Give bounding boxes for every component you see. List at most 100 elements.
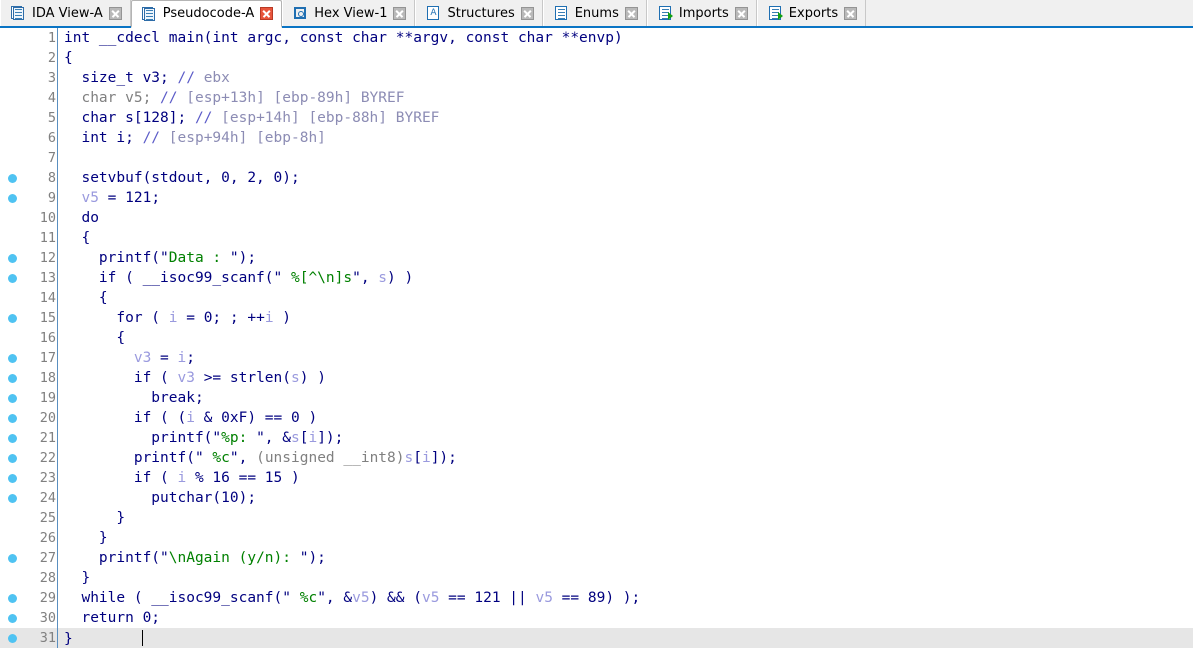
code-text[interactable]: printf("Data : "); [62,250,1193,266]
line-gutter[interactable] [0,368,34,388]
code-text[interactable]: char s[128]; // [esp+14h] [ebp-88h] BYRE… [62,110,1193,126]
code-line[interactable]: 5 char s[128]; // [esp+14h] [ebp-88h] BY… [0,108,1193,128]
code-text[interactable]: char v5; // [esp+13h] [ebp-89h] BYREF [62,90,1193,106]
close-icon[interactable] [734,6,748,20]
breakpoint-dot-icon[interactable] [8,474,17,483]
code-text[interactable]: { [62,50,1193,66]
code-line[interactable]: 8 setvbuf(stdout, 0, 2, 0); [0,168,1193,188]
code-line[interactable]: 4 char v5; // [esp+13h] [ebp-89h] BYREF [0,88,1193,108]
line-gutter[interactable] [0,388,34,408]
breakpoint-dot-icon[interactable] [8,194,17,203]
code-text[interactable]: } [62,570,1193,586]
code-text[interactable]: printf("%p: ", &s[i]); [62,430,1193,446]
line-gutter[interactable] [0,288,34,308]
code-text[interactable]: int i; // [esp+94h] [ebp-8h] [62,130,1193,146]
code-line[interactable]: 17 v3 = i; [0,348,1193,368]
code-text[interactable]: if ( i % 16 == 15 ) [62,470,1193,486]
code-line[interactable]: 1 int __cdecl main(int argc, const char *… [0,28,1193,48]
code-text[interactable]: } [62,530,1193,546]
line-gutter[interactable] [0,468,34,488]
breakpoint-dot-icon[interactable] [8,634,17,643]
tab-enums[interactable]: Enums [542,0,647,26]
tab-pseudocode-a[interactable]: Pseudocode-A [130,0,283,28]
line-gutter[interactable] [0,188,34,208]
code-text[interactable]: } [62,629,1193,647]
code-line[interactable]: 6 int i; // [esp+94h] [ebp-8h] [0,128,1193,148]
code-text[interactable]: if ( (i & 0xF) == 0 ) [62,410,1193,426]
code-text[interactable]: v5 = 121; [62,190,1193,206]
line-gutter[interactable] [0,328,34,348]
line-gutter[interactable] [0,28,34,48]
line-gutter[interactable] [0,308,34,328]
code-text[interactable]: printf("\nAgain (y/n): "); [62,550,1193,566]
line-gutter[interactable] [0,448,34,468]
code-line[interactable]: 25 } [0,508,1193,528]
close-icon[interactable] [260,7,274,20]
breakpoint-dot-icon[interactable] [8,434,17,443]
code-text[interactable]: if ( __isoc99_scanf(" %[^\n]s", s) ) [62,270,1193,286]
code-text[interactable]: { [62,230,1193,246]
code-line[interactable]: 9 v5 = 121; [0,188,1193,208]
code-line[interactable]: 10 do [0,208,1193,228]
code-text[interactable]: if ( v3 >= strlen(s) ) [62,370,1193,386]
line-gutter[interactable] [0,168,34,188]
tab-structures[interactable]: A Structures [415,0,543,26]
code-text[interactable]: } [62,510,1193,526]
pseudocode-editor[interactable]: 1 int __cdecl main(int argc, const char *… [0,28,1193,657]
code-text[interactable]: for ( i = 0; ; ++i ) [62,310,1193,326]
breakpoint-dot-icon[interactable] [8,274,17,283]
line-gutter[interactable] [0,588,34,608]
code-line[interactable]: 27 printf("\nAgain (y/n): "); [0,548,1193,568]
close-icon[interactable] [393,6,407,20]
code-line[interactable]: 14 { [0,288,1193,308]
breakpoint-dot-icon[interactable] [8,494,17,503]
breakpoint-dot-icon[interactable] [8,354,17,363]
code-text[interactable]: printf(" %c", (unsigned __int8)s[i]); [62,450,1193,466]
tab-hex-view-1[interactable]: Hex View-1 [282,0,416,26]
line-gutter[interactable] [0,528,34,548]
line-gutter[interactable] [0,228,34,248]
line-gutter[interactable] [0,268,34,288]
close-icon[interactable] [624,6,638,20]
code-line[interactable]: 7 [0,148,1193,168]
code-line[interactable]: 12 printf("Data : "); [0,248,1193,268]
line-gutter[interactable] [0,48,34,68]
breakpoint-dot-icon[interactable] [8,414,17,423]
code-text[interactable]: size_t v3; // ebx [62,70,1193,86]
line-gutter[interactable] [0,408,34,428]
code-line[interactable]: 11 { [0,228,1193,248]
line-gutter[interactable] [0,108,34,128]
close-icon[interactable] [108,6,122,20]
code-line[interactable]: 26 } [0,528,1193,548]
code-text[interactable]: { [62,290,1193,306]
tab-exports[interactable]: Exports [756,0,867,26]
code-line[interactable]: 19 break; [0,388,1193,408]
breakpoint-dot-icon[interactable] [8,554,17,563]
code-line[interactable]: 2{ [0,48,1193,68]
breakpoint-dot-icon[interactable] [8,594,17,603]
code-line[interactable]: 23 if ( i % 16 == 15 ) [0,468,1193,488]
line-gutter[interactable] [0,208,34,228]
code-line[interactable]: 24 putchar(10); [0,488,1193,508]
line-gutter[interactable] [0,248,34,268]
code-text[interactable]: putchar(10); [62,490,1193,506]
line-gutter[interactable] [0,128,34,148]
code-line[interactable]: 15 for ( i = 0; ; ++i ) [0,308,1193,328]
code-text[interactable]: while ( __isoc99_scanf(" %c", &v5) && (v… [62,590,1193,606]
code-line[interactable]: 3 size_t v3; // ebx [0,68,1193,88]
close-icon[interactable] [520,6,534,20]
breakpoint-dot-icon[interactable] [8,394,17,403]
tab-bar[interactable]: IDA View-A Pseudocode-A Hex View-1 A Structu… [0,0,1193,28]
line-gutter[interactable] [0,348,34,368]
code-line[interactable]: 18 if ( v3 >= strlen(s) ) [0,368,1193,388]
code-line[interactable]: 13 if ( __isoc99_scanf(" %[^\n]s", s) ) [0,268,1193,288]
line-gutter[interactable] [0,88,34,108]
tab-imports[interactable]: Imports [646,0,757,26]
code-line[interactable]: 30 return 0; [0,608,1193,628]
line-gutter[interactable] [0,628,34,648]
code-text[interactable]: return 0; [62,610,1193,626]
code-line[interactable]: 20 if ( (i & 0xF) == 0 ) [0,408,1193,428]
code-line[interactable]: 22 printf(" %c", (unsigned __int8)s[i]); [0,448,1193,468]
code-text[interactable]: break; [62,390,1193,406]
close-icon[interactable] [844,6,858,20]
